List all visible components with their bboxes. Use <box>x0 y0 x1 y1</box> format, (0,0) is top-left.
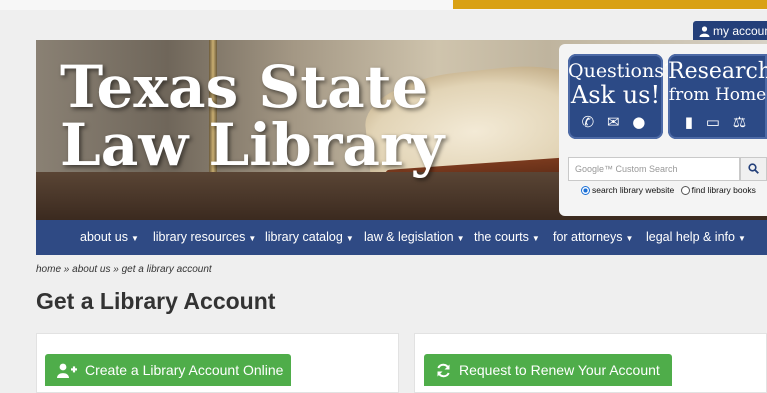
my-account-button[interactable]: my accoun <box>693 21 767 41</box>
caret-down-icon: ▼ <box>456 234 465 243</box>
nav-label: library resources <box>153 230 246 244</box>
renew-account-label: Request to Renew Your Account <box>459 362 660 378</box>
page-title: Get a Library Account <box>36 288 276 314</box>
search-scope-radio-group: search library website find library book… <box>581 185 756 195</box>
caret-down-icon: ▼ <box>737 234 746 243</box>
search-icon <box>748 163 759 174</box>
radio-button-unchecked[interactable] <box>680 186 690 195</box>
nav-label: the courts <box>474 230 529 244</box>
radio-search-website[interactable]: search library website <box>581 185 674 195</box>
caret-down-icon: ▼ <box>531 234 540 243</box>
create-account-button[interactable]: Create a Library Account Online <box>45 354 291 386</box>
radio-label: find library books <box>691 185 756 195</box>
nav-item-library-resources[interactable]: library resources ▼ <box>153 220 256 255</box>
nav-item-legal-help-info[interactable]: legal help & info ▼ <box>646 220 746 255</box>
caret-down-icon: ▼ <box>625 234 634 243</box>
nav-label: legal help & info <box>646 230 735 244</box>
main-navigation: about us ▼ library resources ▼ library cat… <box>36 220 767 255</box>
ask-us-line-2: Ask us! <box>570 81 661 109</box>
breadcrumb[interactable]: home » about us » get a library account <box>36 264 212 275</box>
radio-find-books[interactable]: find library books <box>680 185 756 195</box>
radio-button-checked[interactable] <box>581 186 590 195</box>
caret-down-icon: ▼ <box>345 234 354 243</box>
site-logo-title[interactable]: Texas State Law Library <box>60 58 444 174</box>
research-line-2: from Home <box>668 85 767 105</box>
contact-icons: ✆ ✉ ● <box>581 113 650 131</box>
add-user-icon <box>57 363 77 378</box>
search-button[interactable] <box>740 157 767 181</box>
create-account-label: Create a Library Account Online <box>85 362 284 378</box>
nav-item-for-attorneys[interactable]: for attorneys ▼ <box>553 220 633 255</box>
research-icons: ▮ ▭ ⚖ <box>684 113 751 131</box>
nav-item-library-catalog[interactable]: library catalog ▼ <box>265 220 354 255</box>
research-line-1: Research <box>668 59 767 84</box>
nav-item-the-courts[interactable]: the courts ▼ <box>474 220 540 255</box>
ask-us-line-1: Questions? <box>568 60 675 82</box>
research-from-home-tile[interactable]: Research from Home ▮ ▭ ⚖ <box>668 54 767 139</box>
my-account-label: my accoun <box>713 24 767 38</box>
nav-label: about us <box>80 230 128 244</box>
caret-down-icon: ▼ <box>248 234 257 243</box>
nav-label: for attorneys <box>553 230 623 244</box>
top-accent-bar <box>453 0 767 9</box>
site-title-line-1: Texas State <box>60 53 429 121</box>
radio-label: search library website <box>592 185 675 195</box>
refresh-icon <box>437 363 450 378</box>
ask-us-tile[interactable]: Questions? Ask us! ✆ ✉ ● <box>568 54 675 139</box>
caret-down-icon: ▼ <box>130 234 139 243</box>
site-title-line-2: Law Library <box>60 111 445 179</box>
nav-item-law-legislation[interactable]: law & legislation ▼ <box>364 220 465 255</box>
quick-links-panel: Questions? Ask us! ✆ ✉ ● Research from H… <box>559 44 767 216</box>
nav-item-about-us[interactable]: about us ▼ <box>80 220 139 255</box>
user-icon <box>699 26 710 37</box>
nav-label: library catalog <box>265 230 343 244</box>
search-input[interactable]: Google™ Custom Search <box>568 157 740 181</box>
nav-label: law & legislation <box>364 230 454 244</box>
renew-account-button[interactable]: Request to Renew Your Account <box>424 354 672 386</box>
